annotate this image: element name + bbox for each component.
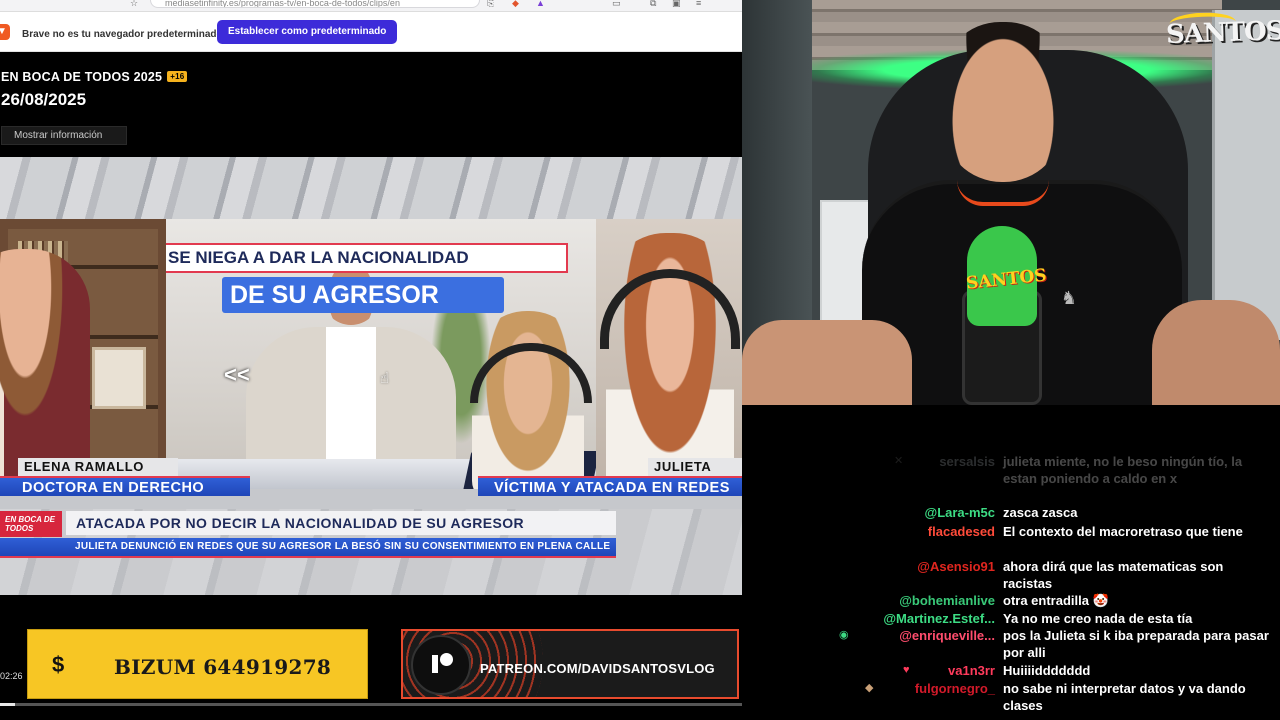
address-bar[interactable]: ☆ mediasetinfinity.es/programas-tv/en-bo… <box>0 0 742 12</box>
guest-pane-julieta <box>596 219 742 489</box>
share-icon[interactable]: ⎘ <box>487 0 494 9</box>
previous-clip-button[interactable]: << <box>224 362 250 388</box>
menu-icon[interactable]: ≡ <box>696 0 701 8</box>
playback-progress-bar[interactable] <box>0 703 742 706</box>
guest-role-elena: DOCTORA EN DERECHO <box>0 476 250 496</box>
guest-name-elena: ELENA RAMALLO <box>18 458 178 476</box>
chat-username[interactable]: fulgornegro_ <box>915 680 995 697</box>
patreon-icon-dot <box>440 653 453 666</box>
chat-username[interactable]: @Asensio91 <box>917 558 995 575</box>
dollar-icon: $ <box>52 652 65 677</box>
guest-role-julieta: VÍCTIMA Y ATACADA EN REDES <box>478 476 742 496</box>
playback-time: 02:26 <box>0 671 23 681</box>
progress-fill <box>0 703 15 706</box>
bizum-label: BIZUM 644919278 <box>114 655 332 679</box>
star-icon[interactable]: ☆ <box>130 0 138 9</box>
age-rating-badge: +16 <box>167 71 188 82</box>
guest-pane-elena <box>0 219 166 489</box>
chat-text: El contexto del macroretraso que tiene <box>1003 524 1243 539</box>
streamer-webcam: SANTOS ♞ SANTOS <box>742 0 1280 405</box>
set-backdrop <box>0 157 742 219</box>
news-subline: JULIETA DENUNCIÓ EN REDES QUE SU AGRESOR… <box>0 538 616 558</box>
streamer-right-hand <box>1152 300 1280 405</box>
chat-username[interactable]: flacadesed <box>928 523 995 540</box>
video-player[interactable]: SE NIEGA A DAR LA NACIONALIDAD DE SU AGR… <box>0 157 742 595</box>
chat-username[interactable]: va1n3rr <box>948 662 995 679</box>
wolf-logo-icon: ♞ <box>1060 288 1078 308</box>
chat-username[interactable]: @Lara-m5c <box>925 504 995 521</box>
chat-text: no sabe ni interpretar datos y va dando … <box>1003 681 1246 713</box>
photo-frame <box>92 347 146 409</box>
chat-text: zasca zasca <box>1003 505 1078 520</box>
studio-pane: SE NIEGA A DAR LA NACIONALIDAD DE SU AGR… <box>166 219 596 489</box>
door <box>1212 10 1280 340</box>
streamer-head <box>942 22 1064 182</box>
chat-text: Ya no me creo nada de esta tía <box>1003 611 1193 626</box>
streamer-left-hand <box>742 320 912 405</box>
studio-banner-top: SE NIEGA A DAR LA NACIONALIDAD <box>166 243 568 273</box>
chat-text: julieta miente, no le beso ningún tío, l… <box>1003 454 1243 486</box>
chat-username[interactable]: sersalsis <box>939 453 995 470</box>
guest-pane-julieta-studio <box>466 303 596 489</box>
patreon-banner: PATREON.COM/DAVIDSANTOSVLOG <box>401 629 739 699</box>
news-headline: ATACADA POR NO DECIR LA NACIONALIDAD DE … <box>66 511 616 535</box>
patreon-label: PATREON.COM/DAVIDSANTOSVLOG <box>480 661 715 676</box>
shirt-collar <box>957 180 1049 206</box>
chat-text: ahora dirá que las matematicas son racis… <box>1003 559 1224 591</box>
guest-name-julieta: JULIETA <box>648 458 742 476</box>
chat-username[interactable]: @Martinez.Estef... <box>883 610 995 627</box>
brave-shield-icon[interactable]: ◆ <box>512 0 519 9</box>
browser-window: ☆ mediasetinfinity.es/programas-tv/en-bo… <box>0 0 742 720</box>
set-default-button[interactable]: Establecer como predeterminado <box>217 20 398 44</box>
chat-text: Huiiiiddddddd <box>1003 663 1091 678</box>
guest-elena <box>0 249 90 489</box>
channel-logo: SANTOS <box>1166 11 1280 50</box>
chat-badge-icon: ♥ <box>903 664 910 676</box>
rewards-icon[interactable]: ▲ <box>536 0 545 8</box>
wallet-icon[interactable]: ▣ <box>672 0 681 9</box>
show-logo: EN BOCA DE TODOS <box>0 511 62 537</box>
show-date: 26/08/2025 <box>1 90 87 109</box>
extensions-icon[interactable]: ⧉ <box>650 0 656 9</box>
studio-banner-main: DE SU AGRESOR <box>222 277 504 313</box>
bizum-donation-banner: $ BIZUM 644919278 <box>27 629 368 699</box>
display-shelf <box>742 0 812 360</box>
chat-badge-icon: ✕ <box>894 455 904 467</box>
patreon-icon <box>411 635 471 695</box>
chat-badge-icon: ◆ <box>865 682 874 694</box>
show-info-button[interactable]: Mostrar información <box>1 126 127 145</box>
show-title: EN BOCA DE TODOS 2025 +16 <box>1 70 188 84</box>
chat-username[interactable]: @bohemianlive <box>899 592 995 609</box>
mouse-cursor-icon: ☝ <box>380 370 390 387</box>
show-title-text: EN BOCA DE TODOS 2025 <box>1 70 163 84</box>
chat-text: otra entradilla 🤡 <box>1003 593 1109 608</box>
sidebar-icon[interactable]: ▭ <box>612 0 621 9</box>
chat-username[interactable]: @enriqueville... <box>899 627 995 644</box>
patreon-icon-bar <box>432 655 438 673</box>
chat-text: pos la Julieta si k iba preparada para p… <box>1003 628 1269 660</box>
chat-badge-icon: ◉ <box>839 629 849 641</box>
default-browser-infobar: ▼ Brave no es tu navegador predeterminad… <box>0 12 742 52</box>
brave-logo-icon: ▼ <box>0 24 10 40</box>
url-field[interactable]: mediasetinfinity.es/programas-tv/en-boca… <box>150 0 480 8</box>
live-chat: ✕ sersalsis julieta miente, no le beso nin… <box>742 405 1280 720</box>
